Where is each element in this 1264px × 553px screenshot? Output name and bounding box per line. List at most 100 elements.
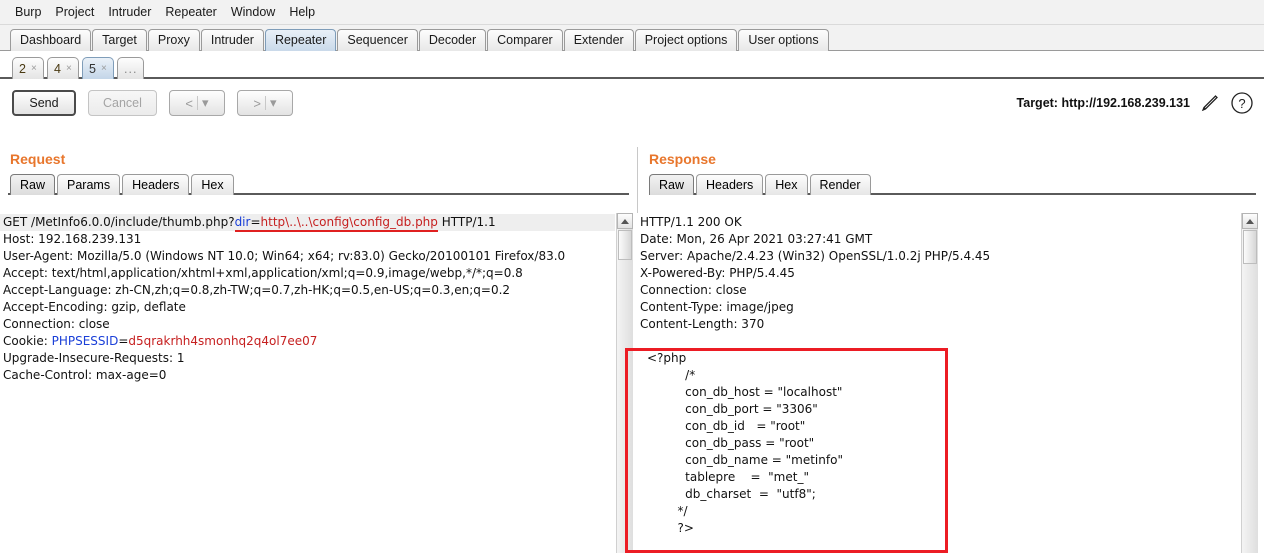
request-param-name: dir <box>234 215 251 232</box>
cancel-button: Cancel <box>88 90 157 116</box>
request-method-path: GET /MetInfo6.0.0/include/thumb.php? <box>3 215 235 229</box>
response-body-line-php-open: <?php <box>647 351 687 365</box>
close-icon[interactable]: × <box>101 63 107 74</box>
tab-proxy[interactable]: Proxy <box>147 29 200 51</box>
response-body-line-comment-close: */ <box>647 504 688 518</box>
repeater-tab-5-label: 5 <box>89 61 96 76</box>
repeater-tab-bar: 2 × 4 × 5 × ... <box>0 51 1264 79</box>
triangle-up-icon <box>1246 218 1254 224</box>
tab-project-options[interactable]: Project options <box>634 29 738 51</box>
chevron-right-icon: > <box>253 95 261 111</box>
cookie-value: d5qrakrhh4smonhq2q4ol7ee07 <box>128 334 318 348</box>
response-title: Response <box>649 151 716 167</box>
cookie-equals: = <box>118 334 129 348</box>
request-editor[interactable]: GET /MetInfo6.0.0/include/thumb.php?dir=… <box>0 213 615 553</box>
request-line-accept-language: Accept-Language: zh-CN,zh;q=0.8,zh-TW;q=… <box>3 283 511 297</box>
response-body-line-tablepre: tablepre = "met_" <box>647 470 809 484</box>
tab-decoder[interactable]: Decoder <box>418 29 487 51</box>
response-body-line-con-db-name: con_db_name = "metinfo" <box>647 453 843 467</box>
menu-item-repeater[interactable]: Repeater <box>158 3 223 21</box>
response-body-line-con-db-host: con_db_host = "localhost" <box>647 385 843 399</box>
go-forward-button[interactable]: > ▾ <box>236 90 293 116</box>
response-tab-hex[interactable]: Hex <box>765 174 808 195</box>
question-mark-icon[interactable]: ? <box>1230 91 1254 115</box>
repeater-toolbar: Send Cancel < ▾ > ▾ Target: http://192.1… <box>0 79 1264 127</box>
request-vertical-scrollbar[interactable] <box>616 213 633 553</box>
response-vertical-scrollbar[interactable] <box>1241 213 1258 553</box>
repeater-tab-add-label: ... <box>124 61 138 76</box>
send-button[interactable]: Send <box>12 90 76 116</box>
scrollbar-thumb[interactable] <box>1243 230 1257 264</box>
pencil-icon[interactable] <box>1199 92 1221 114</box>
chevron-down-icon[interactable]: ▾ <box>270 95 277 111</box>
svg-text:?: ? <box>1238 96 1245 111</box>
close-icon[interactable]: × <box>66 63 72 74</box>
request-line-accept: Accept: text/html,application/xhtml+xml,… <box>3 266 523 280</box>
request-tab-raw[interactable]: Raw <box>10 174 56 195</box>
response-body-line-php-close: ?> <box>647 521 694 535</box>
response-line-x-powered-by: X-Powered-By: PHP/5.4.45 <box>640 266 795 280</box>
request-pane: Request Raw Params Headers Hex GET /MetI… <box>0 147 637 553</box>
menu-item-project[interactable]: Project <box>48 3 101 21</box>
response-tab-raw[interactable]: Raw <box>649 174 695 195</box>
main-tab-bar: Dashboard Target Proxy Intruder Repeater… <box>0 25 1264 51</box>
request-tab-params[interactable]: Params <box>57 174 121 195</box>
request-title: Request <box>10 151 66 167</box>
request-line-connection: Connection: close <box>3 317 110 331</box>
close-icon[interactable]: × <box>31 63 37 74</box>
response-line-connection: Connection: close <box>640 283 747 297</box>
response-body-line-con-db-port: con_db_port = "3306" <box>647 402 818 416</box>
response-line-date: Date: Mon, 26 Apr 2021 03:27:41 GMT <box>640 232 873 246</box>
response-tab-headers[interactable]: Headers <box>696 174 764 195</box>
tab-intruder[interactable]: Intruder <box>200 29 264 51</box>
request-param-value: http\..\..\config\config_db.php <box>260 215 438 232</box>
scrollbar-thumb[interactable] <box>618 230 632 260</box>
tab-comparer[interactable]: Comparer <box>487 29 563 51</box>
request-view-tabs: Raw Params Headers Hex <box>8 173 629 195</box>
tab-repeater[interactable]: Repeater <box>264 29 337 51</box>
response-tab-render[interactable]: Render <box>809 174 871 195</box>
tab-dashboard[interactable]: Dashboard <box>10 29 92 51</box>
request-line-user-agent: User-Agent: Mozilla/5.0 (Windows NT 10.0… <box>3 249 566 263</box>
target-area: Target: http://192.168.239.131 ? <box>1017 91 1254 115</box>
request-http-version: HTTP/1.1 <box>437 215 496 229</box>
repeater-tab-2[interactable]: 2 × <box>12 57 44 79</box>
triangle-up-icon <box>621 218 629 224</box>
response-pane: Response Raw Headers Hex Render HTTP/1.1… <box>625 147 1264 553</box>
request-param-equals: = <box>250 215 261 232</box>
repeater-tab-5[interactable]: 5 × <box>82 57 114 79</box>
tab-sequencer[interactable]: Sequencer <box>337 29 418 51</box>
go-back-button[interactable]: < ▾ <box>168 90 225 116</box>
response-body-line-con-db-id: con_db_id = "root" <box>647 419 806 433</box>
request-line-upgrade-insecure-requests: Upgrade-Insecure-Requests: 1 <box>3 351 185 365</box>
message-panes: Request Raw Params Headers Hex GET /MetI… <box>0 147 1264 553</box>
cookie-prefix: Cookie: <box>3 334 52 348</box>
request-line-cookie: Cookie: PHPSESSID=d5qrakrhh4smonhq2q4ol7… <box>0 333 615 350</box>
scroll-up-button[interactable] <box>1242 213 1258 229</box>
menu-item-intruder[interactable]: Intruder <box>101 3 158 21</box>
repeater-tab-2-label: 2 <box>19 61 26 76</box>
repeater-tab-4[interactable]: 4 × <box>47 57 79 79</box>
request-line-request-target: GET /MetInfo6.0.0/include/thumb.php?dir=… <box>0 214 615 232</box>
target-label: Target: http://192.168.239.131 <box>1016 96 1190 110</box>
response-view-tabs: Raw Headers Hex Render <box>649 173 1256 195</box>
response-body-line-con-db-pass: con_db_pass = "root" <box>647 436 815 450</box>
request-line-accept-encoding: Accept-Encoding: gzip, deflate <box>3 300 186 314</box>
request-line-cache-control: Cache-Control: max-age=0 <box>3 368 167 382</box>
menu-item-burp[interactable]: Burp <box>8 3 48 21</box>
menu-item-window[interactable]: Window <box>224 3 282 21</box>
response-body-line-db-charset: db_charset = "utf8"; <box>647 487 816 501</box>
tab-user-options[interactable]: User options <box>738 29 829 51</box>
tab-target[interactable]: Target <box>92 29 147 51</box>
chevron-down-icon[interactable]: ▾ <box>202 95 209 111</box>
request-tab-headers[interactable]: Headers <box>122 174 190 195</box>
request-line-host: Host: 192.168.239.131 <box>3 232 142 246</box>
request-tab-hex[interactable]: Hex <box>191 174 234 195</box>
response-blank-line <box>637 333 1240 350</box>
button-divider <box>264 96 266 110</box>
response-editor[interactable]: HTTP/1.1 200 OK Date: Mon, 26 Apr 2021 0… <box>637 213 1240 553</box>
menu-item-help[interactable]: Help <box>282 3 322 21</box>
scroll-up-button[interactable] <box>617 213 633 229</box>
tab-extender[interactable]: Extender <box>563 29 634 51</box>
repeater-tab-add[interactable]: ... <box>117 57 145 79</box>
